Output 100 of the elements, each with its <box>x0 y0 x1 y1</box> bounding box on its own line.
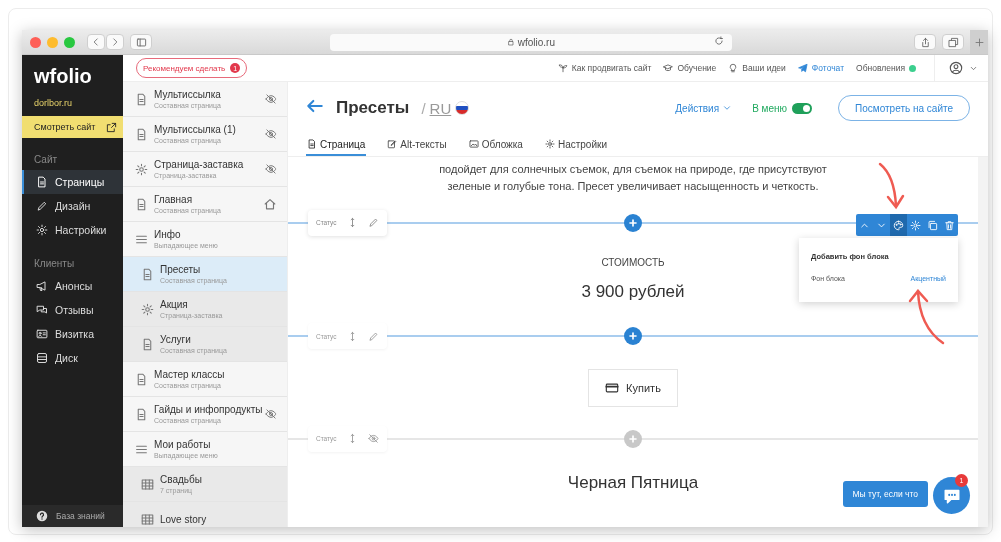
annotation-arrow <box>907 287 947 347</box>
document-icon <box>141 267 154 281</box>
view-on-site-button[interactable]: Посмотреть на сайте <box>838 95 970 121</box>
sprout-icon <box>557 63 568 73</box>
document-icon <box>36 176 48 188</box>
hidden-eye-icon <box>265 93 277 105</box>
section-heading: Черная Пятница <box>567 473 699 494</box>
address-bar[interactable]: wfolio.ru <box>330 33 732 51</box>
help-icon <box>36 510 48 522</box>
help-link[interactable]: База знаний <box>22 505 123 527</box>
section-title: Сайт <box>33 153 59 167</box>
pen-icon <box>367 330 379 342</box>
megaphone-icon <box>36 280 48 292</box>
top-link[interactable]: Фоточат <box>797 63 845 73</box>
settings-icon <box>36 224 48 236</box>
top-link[interactable]: Как продвигать сайт <box>557 63 652 73</box>
grid-icon <box>141 512 154 526</box>
price-label: СТОИМОСТЬ <box>601 257 665 269</box>
chevron-down-icon <box>722 103 733 113</box>
paragraph-line: зеленые и голубые тона. Пресет увеличивает насыщенность и четкость. <box>446 179 820 194</box>
tab[interactable]: Страница <box>306 134 367 156</box>
plus-icon <box>973 36 985 48</box>
document-icon <box>307 139 317 149</box>
buy-button[interactable]: Купить <box>588 368 678 407</box>
tab[interactable]: Обложка <box>467 134 524 156</box>
share-button[interactable] <box>914 34 936 50</box>
hidden-eye-icon <box>265 408 277 420</box>
top-link[interactable]: Ваши идеи <box>728 63 786 73</box>
plus-icon <box>627 330 639 343</box>
site-domain[interactable]: dorlbor.ru <box>22 92 123 112</box>
plus-icon <box>627 216 639 229</box>
in-menu-toggle[interactable] <box>792 102 813 114</box>
document-icon <box>135 197 148 211</box>
chat-prompt-button[interactable]: Мы тут, если что <box>842 481 928 507</box>
id-card-icon <box>36 328 48 340</box>
tab[interactable]: Настройки <box>543 134 608 156</box>
paper-plane-icon <box>797 63 808 73</box>
flag-icon <box>455 101 470 115</box>
hidden-eye-icon <box>265 128 277 140</box>
document-icon <box>135 372 148 386</box>
settings-icon <box>910 219 921 231</box>
lock-icon <box>507 38 515 46</box>
home-icon <box>263 197 277 211</box>
image-icon <box>468 139 479 149</box>
status-dot-icon <box>909 64 916 72</box>
chat-button[interactable] <box>933 477 970 514</box>
nav-item[interactable]: Дизайн <box>22 194 123 218</box>
settings-icon <box>544 139 555 149</box>
plus-icon <box>627 432 639 445</box>
nav-item[interactable]: Настройки <box>22 218 123 242</box>
tab[interactable]: Alt-тексты <box>386 134 448 156</box>
palette-icon <box>893 219 904 231</box>
tabs-icon <box>947 36 959 48</box>
page-list-item[interactable]: Love story <box>123 502 287 527</box>
add-block-button[interactable] <box>624 213 642 232</box>
nav-item[interactable]: Диск <box>22 346 123 370</box>
back-button[interactable] <box>87 34 105 50</box>
tabs-button[interactable] <box>942 34 964 50</box>
graduation-cap-icon <box>663 63 674 73</box>
forward-button[interactable] <box>106 34 124 50</box>
actions-dropdown[interactable]: Действия <box>675 102 733 114</box>
toolbar-button[interactable] <box>890 214 907 236</box>
edit-icon <box>387 139 398 149</box>
close-window-button[interactable] <box>30 36 41 48</box>
nav-item[interactable]: Анонсы <box>22 274 123 298</box>
user-avatar-icon <box>949 61 963 75</box>
hidden-eye-icon <box>265 163 277 175</box>
in-menu-label: В меню <box>752 102 788 114</box>
user-menu-button[interactable] <box>934 55 978 81</box>
paragraph-line: подойдет для солнечных съемок, для съемок на природе, где присутствуют <box>438 162 828 177</box>
trash-icon <box>944 219 955 231</box>
copy-icon <box>927 219 938 231</box>
external-link-icon <box>106 121 117 133</box>
logo[interactable]: wfolio <box>22 55 123 92</box>
pen-icon <box>367 217 379 229</box>
add-block-button[interactable] <box>624 327 642 346</box>
top-link[interactable]: Обучение <box>663 63 717 73</box>
settings-icon <box>141 302 154 316</box>
sidebar-toggle-button[interactable] <box>130 34 152 50</box>
annotation-arrow <box>876 161 906 211</box>
sidebar-icon <box>135 36 147 48</box>
hidden-eye-icon <box>367 433 379 445</box>
maximize-window-button[interactable] <box>64 36 75 48</box>
document-icon <box>135 407 148 421</box>
nav-item[interactable]: Отзывы <box>22 298 123 322</box>
pen-icon <box>36 200 48 212</box>
grid-icon <box>141 477 154 491</box>
view-site-button[interactable]: Смотреть сайт <box>22 116 123 138</box>
new-tab-button[interactable] <box>970 30 988 54</box>
top-link[interactable]: Обновления <box>856 63 916 73</box>
nav-item[interactable]: Страницы <box>22 170 123 194</box>
slash-separator: / <box>421 99 426 117</box>
add-block-button[interactable] <box>624 429 642 448</box>
nav-item[interactable]: Визитка <box>22 322 123 346</box>
reload-icon <box>714 35 724 46</box>
lightbulb-icon <box>728 63 739 73</box>
chevron-left-icon <box>91 37 101 47</box>
page-title: Пресеты <box>336 98 410 118</box>
credit-card-icon <box>605 380 620 395</box>
document-icon <box>135 127 148 141</box>
